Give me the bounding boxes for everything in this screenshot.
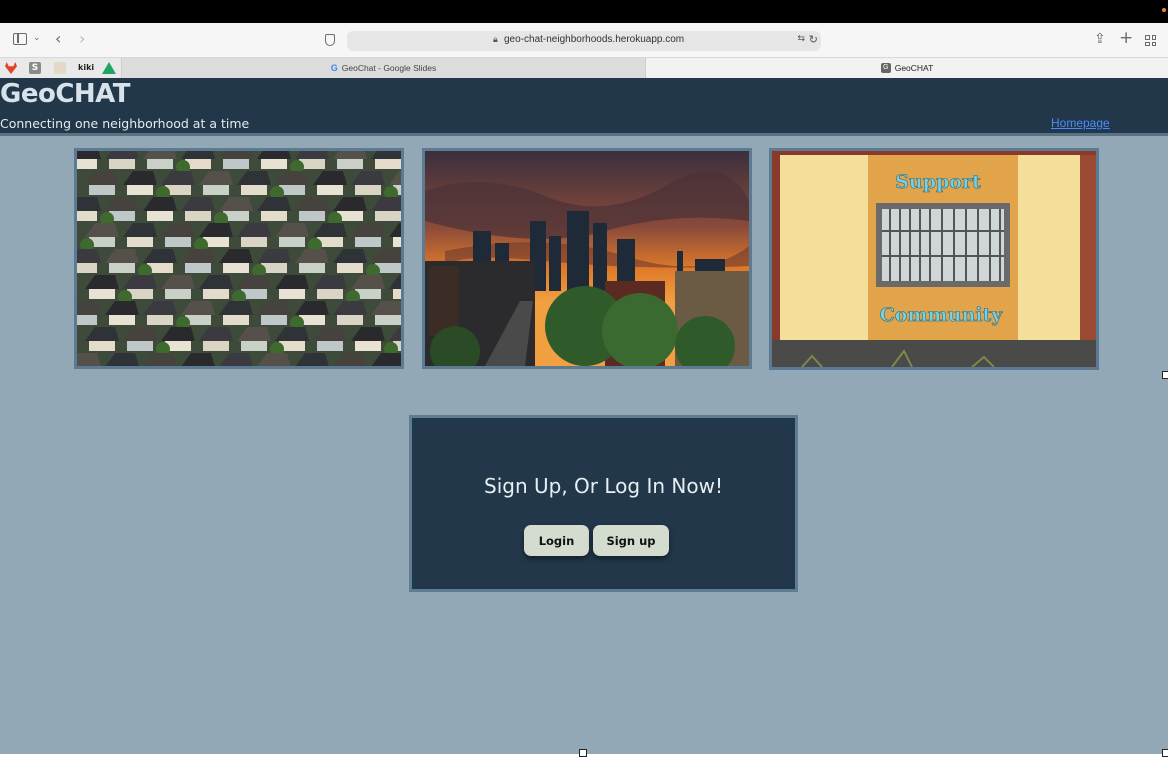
- address-bar[interactable]: 🔒︎ geo-chat-neighborhoods.herokuapp.com …: [347, 31, 821, 51]
- share-icon[interactable]: ⇪: [1094, 32, 1106, 46]
- google-icon: G: [330, 63, 338, 73]
- tab-overview-icon[interactable]: [1145, 35, 1156, 46]
- google-drive-icon[interactable]: [102, 62, 116, 74]
- neighborhood-photo: [74, 148, 404, 369]
- houses-image: [77, 151, 401, 366]
- site-header: GeoCHAT Connecting one neighborhood at a…: [0, 78, 1168, 136]
- geochat-favicon-icon: G: [880, 63, 891, 73]
- translate-icon[interactable]: ⇆: [797, 34, 805, 44]
- notes-icon[interactable]: [54, 62, 66, 74]
- back-icon[interactable]: ‹: [55, 31, 61, 47]
- resize-handle[interactable]: [1162, 749, 1168, 757]
- reload-icon[interactable]: ↻: [809, 33, 818, 46]
- community-wall-image: Support Community: [772, 151, 1096, 367]
- login-button[interactable]: Login: [524, 525, 589, 556]
- new-tab-icon[interactable]: +: [1119, 30, 1133, 47]
- site-tagline: Connecting one neighborhood at a time: [0, 116, 250, 131]
- kiki-icon[interactable]: kiki: [78, 62, 94, 74]
- signup-title: Sign Up, Or Log In Now!: [484, 474, 723, 498]
- site-title: GeoCHAT: [0, 79, 131, 109]
- privacy-shield-icon[interactable]: [325, 34, 335, 46]
- system-menu-bar: [0, 0, 1168, 23]
- page-viewport: GeoCHAT Connecting one neighborhood at a…: [0, 78, 1168, 754]
- status-dot: [1162, 8, 1166, 12]
- skyline-photo: [422, 148, 752, 369]
- lock-icon: 🔒︎: [493, 35, 498, 45]
- tab-bar: S kiki G GeoChat - Google Slides G GeoCH…: [0, 57, 1168, 78]
- resize-handle[interactable]: [579, 749, 587, 757]
- chevron-down-icon[interactable]: ⌄: [33, 34, 41, 43]
- resize-handle[interactable]: [1162, 371, 1168, 379]
- address-url: geo-chat-neighborhoods.herokuapp.com: [504, 34, 685, 45]
- s-icon[interactable]: S: [29, 62, 41, 74]
- support-text: Support: [895, 171, 981, 193]
- gitlab-icon[interactable]: [5, 62, 17, 74]
- browser-toolbar: ⌄ ‹ › 🔒︎ geo-chat-neighborhoods.herokuap…: [0, 23, 1168, 57]
- sidebar-toggle-icon[interactable]: [13, 33, 27, 45]
- tab-label: GeoCHAT: [894, 63, 934, 73]
- signup-button[interactable]: Sign up: [593, 525, 669, 556]
- homepage-link[interactable]: Homepage: [1051, 116, 1110, 130]
- community-text: Community: [880, 304, 1004, 326]
- tab-label: GeoChat - Google Slides: [341, 63, 437, 73]
- skyline-image: [425, 151, 749, 366]
- signup-panel: Sign Up, Or Log In Now! Login Sign up: [409, 415, 798, 592]
- forward-icon[interactable]: ›: [79, 31, 85, 47]
- tab-google-slides[interactable]: G GeoChat - Google Slides: [121, 58, 646, 78]
- tab-geochat[interactable]: G GeoCHAT: [646, 58, 1168, 78]
- community-wall-photo: Support Community: [769, 148, 1099, 370]
